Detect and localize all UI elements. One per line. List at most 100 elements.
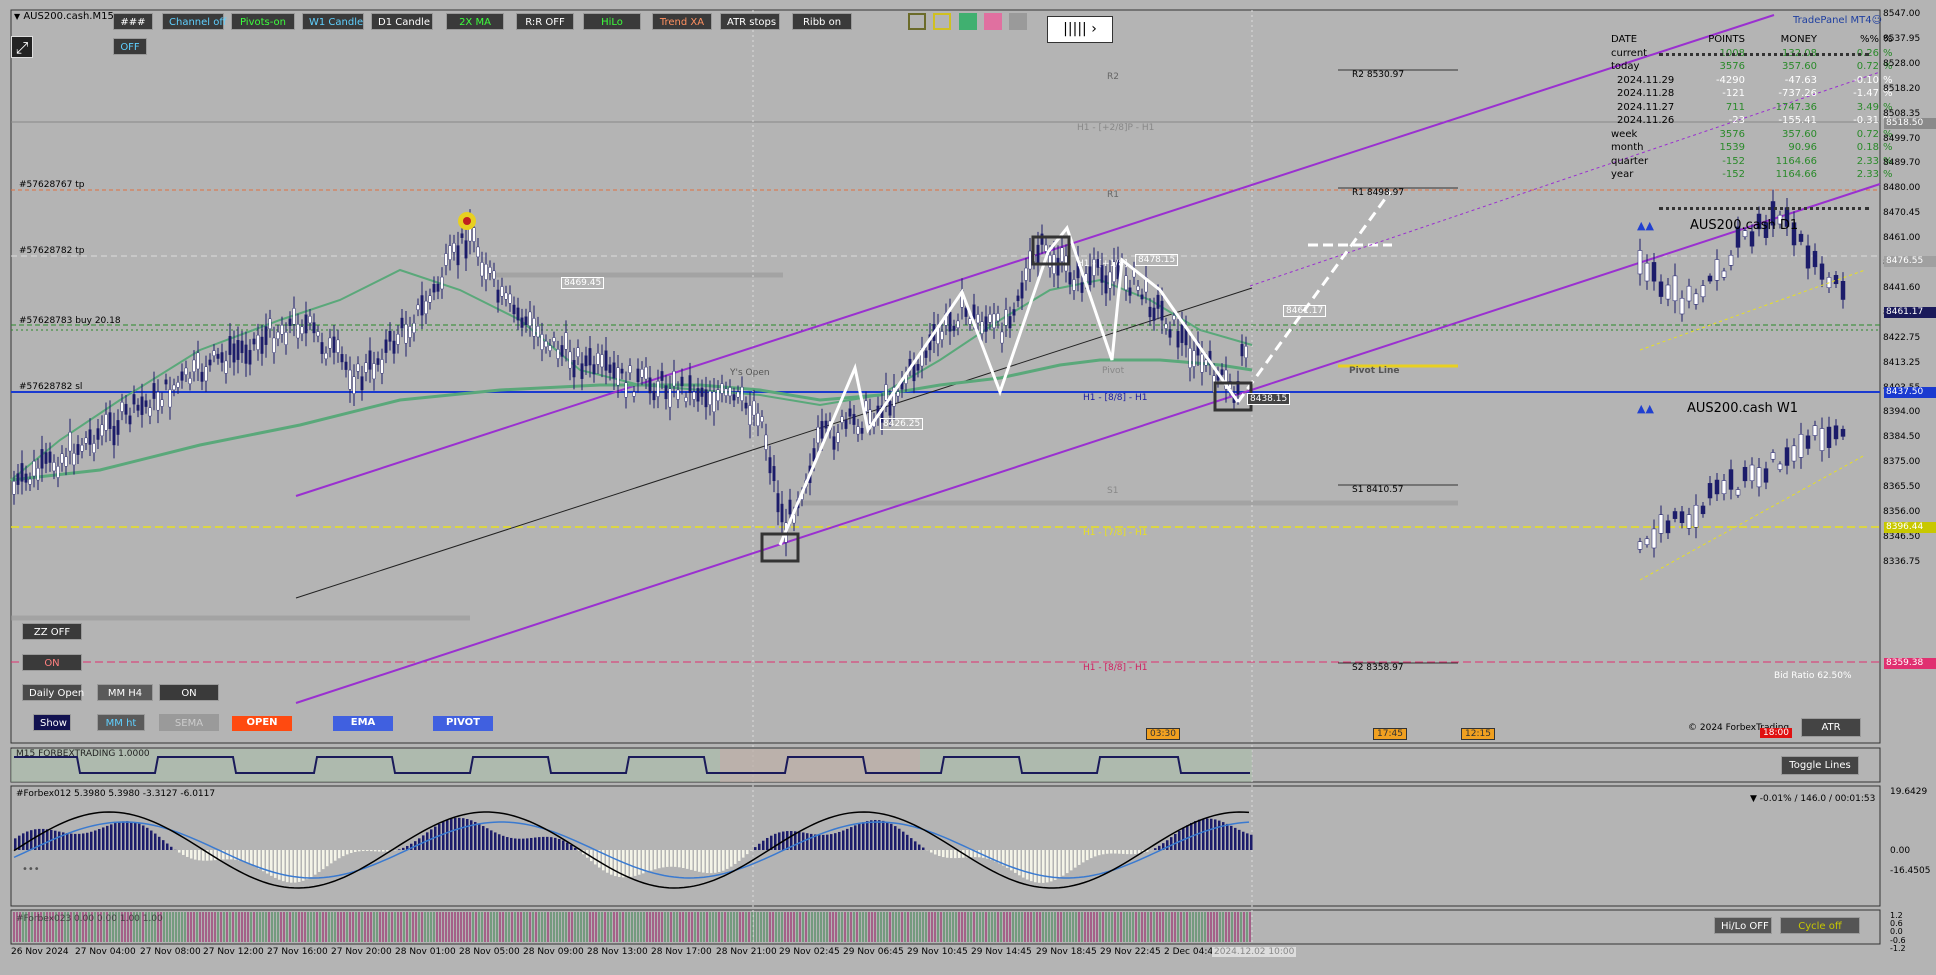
hist-bar xyxy=(334,850,337,861)
hist-bar xyxy=(834,833,837,850)
sema-button[interactable]: SEMA xyxy=(159,714,219,731)
hist-bar xyxy=(742,850,745,858)
toolbar-button-10[interactable]: Ribb on xyxy=(792,13,852,30)
hist-bar xyxy=(142,825,145,850)
color-swatch-pink[interactable] xyxy=(984,13,1002,30)
expand-icon[interactable]: ⤢ xyxy=(11,36,33,58)
candle-body xyxy=(172,384,176,391)
toolbar-button-3[interactable]: W1 Candle xyxy=(302,13,364,30)
atr-button[interactable]: ATR xyxy=(1801,718,1861,737)
hist-bar xyxy=(514,838,517,850)
candle-body xyxy=(1160,300,1164,321)
toolbar-button-6[interactable]: R:R OFF xyxy=(516,13,574,30)
show-button[interactable]: Show xyxy=(33,714,71,731)
candle-body xyxy=(1012,309,1016,316)
toolbar-button-5[interactable]: 2X MA xyxy=(446,13,504,30)
candle-body xyxy=(700,387,704,397)
mini-w1-candle xyxy=(1651,528,1657,549)
open-button[interactable]: OPEN xyxy=(232,716,292,731)
indicator-tick: 0.00 xyxy=(1890,846,1911,856)
candle-body xyxy=(336,339,340,353)
hist-bar xyxy=(766,837,769,850)
hist-bar xyxy=(178,850,181,853)
candle-body xyxy=(532,318,536,337)
mm-ht-button[interactable]: MM ht xyxy=(97,714,145,731)
pivot-button[interactable]: PIVOT xyxy=(433,716,493,731)
hist-bar xyxy=(1026,850,1029,880)
time-tick: 29 Nov 02:45 xyxy=(779,947,840,957)
candle-body xyxy=(252,338,256,345)
candle-body xyxy=(1168,329,1172,338)
candle-body xyxy=(760,416,764,422)
toolbar-button-4[interactable]: D1 Candle xyxy=(371,13,433,30)
candle-body xyxy=(1136,285,1140,291)
on-button-1[interactable]: ON xyxy=(22,654,82,671)
candle-body xyxy=(148,407,152,417)
off-button[interactable]: OFF xyxy=(113,38,147,55)
hist-bar xyxy=(86,832,89,850)
candle-body xyxy=(160,399,164,407)
hilo-off-button[interactable]: Hi/Lo OFF xyxy=(1714,917,1772,934)
price-tag-axis: 8461.17 xyxy=(1884,307,1936,318)
scroll-nav-button[interactable]: ||||| › xyxy=(1047,16,1113,43)
time-tick: 2024.12.02 10:00 xyxy=(1212,947,1297,957)
h1-top-label: H1 - [+2/8]P - H1 xyxy=(1077,123,1155,133)
hist-bar xyxy=(938,850,941,856)
hist-bar xyxy=(1206,818,1209,850)
candle-body xyxy=(940,331,944,340)
time-tick: 27 Nov 20:00 xyxy=(331,947,392,957)
bid-ratio: Bid Ratio 62.50% xyxy=(1774,671,1852,681)
daily-open-button[interactable]: Daily Open xyxy=(22,684,84,701)
toolbar-button-8[interactable]: Trend XA xyxy=(652,13,712,30)
time-tick: 28 Nov 13:00 xyxy=(587,947,648,957)
hist-bar xyxy=(562,840,565,850)
hist-bar xyxy=(386,850,389,852)
hist-bar xyxy=(310,850,313,878)
toolbar-button-7[interactable]: HiLo xyxy=(583,13,641,30)
candle-body xyxy=(996,313,1000,322)
zz-off-button[interactable]: ZZ OFF xyxy=(22,623,82,640)
mini-d1-candle xyxy=(1665,284,1671,300)
ema-button[interactable]: EMA xyxy=(333,716,393,731)
panel-row: 2024.11.26-23-155.41-0.31% xyxy=(1609,114,1899,128)
candle-body xyxy=(776,493,780,513)
candle-body xyxy=(52,462,56,472)
hist-bar xyxy=(914,841,917,850)
cycle-off-button[interactable]: Cycle off xyxy=(1780,917,1860,934)
mini-d1-candle xyxy=(1805,245,1811,269)
candle-body xyxy=(216,353,220,359)
mini-d1-candle xyxy=(1672,275,1678,302)
candle-body xyxy=(184,367,188,375)
color-swatch-olive[interactable] xyxy=(908,13,926,30)
mm-h4-button[interactable]: MM H4 xyxy=(97,684,153,701)
mini-w1-candle xyxy=(1826,426,1832,448)
time-tick: 27 Nov 04:00 xyxy=(75,947,136,957)
top-marker-dot xyxy=(463,217,471,225)
hist-bar xyxy=(538,837,541,850)
price-tick: 8470.45 xyxy=(1883,208,1921,219)
mini-w1-candle xyxy=(1798,434,1804,458)
toolbar-button-1[interactable]: Channel off xyxy=(162,13,226,30)
color-swatch-gray[interactable] xyxy=(1009,13,1027,30)
toolbar-button-2[interactable]: Pivots-on xyxy=(231,13,295,30)
hist-bar xyxy=(314,850,317,875)
on-button-2[interactable]: ON xyxy=(159,684,219,701)
hist-bar xyxy=(1130,850,1133,855)
candle-body xyxy=(576,347,580,357)
hist-bar xyxy=(474,821,477,850)
toolbar-button-0[interactable]: ### xyxy=(113,13,153,30)
toggle-lines-button[interactable]: Toggle Lines xyxy=(1781,756,1859,775)
hist-bar xyxy=(186,850,189,857)
hist-bar xyxy=(730,850,733,867)
candle-body xyxy=(304,314,308,334)
candle-body xyxy=(616,367,620,386)
hist-bar xyxy=(498,834,501,850)
color-swatch-yellow[interactable] xyxy=(933,13,951,30)
candle-body xyxy=(1220,369,1224,375)
price-tick: 8336.75 xyxy=(1883,556,1921,567)
hist-bar xyxy=(1046,850,1049,883)
color-swatch-green[interactable] xyxy=(959,13,977,30)
hist-bar xyxy=(650,850,653,871)
candle-body xyxy=(1204,359,1208,366)
toolbar-button-9[interactable]: ATR stops xyxy=(720,13,780,30)
